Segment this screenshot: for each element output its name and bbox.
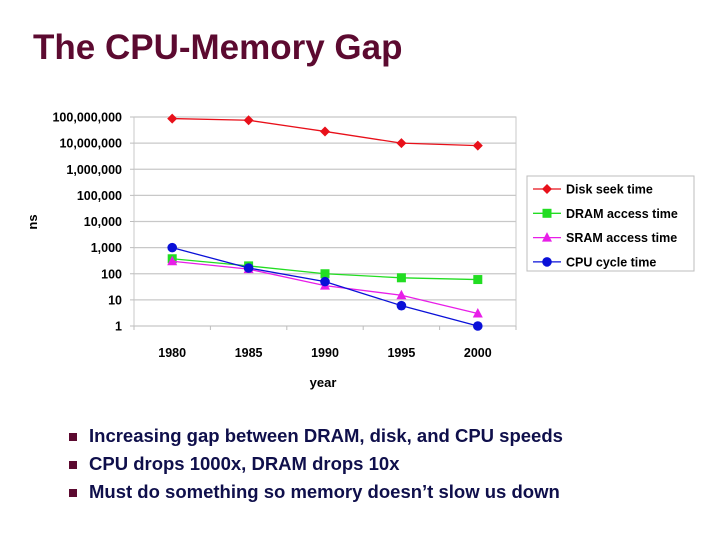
- data-point-circle: [243, 263, 254, 273]
- x-tick-label: 1995: [387, 346, 415, 360]
- x-axis-label: year: [310, 375, 337, 390]
- data-point-square: [396, 273, 406, 283]
- data-point-circle: [473, 321, 483, 331]
- circle-marker-icon: [542, 257, 552, 267]
- bullet-item: Increasing gap between DRAM, disk, and C…: [68, 422, 563, 450]
- bullet-list: Increasing gap between DRAM, disk, and C…: [68, 422, 563, 506]
- data-point-circle: [396, 300, 407, 311]
- x-tick-label: 1990: [311, 346, 339, 360]
- x-tick-label: 1980: [158, 346, 186, 360]
- bullet-item: CPU drops 1000x, DRAM drops 10x: [68, 450, 563, 478]
- y-tick-label: 1: [115, 320, 122, 334]
- data-point-square: [473, 275, 483, 285]
- y-tick-label: 100,000: [77, 189, 122, 203]
- y-axis-ticks: 100,000,000 10,000,000 1,000,000 100,000 10,…: [52, 111, 134, 334]
- bullet-item: Must do something so memory doesn’t slow…: [68, 478, 563, 506]
- legend-label: CPU cycle time: [566, 255, 656, 269]
- legend-label: SRAM access time: [566, 231, 677, 245]
- legend: Disk seek time DRAM access time SRAM acces…: [526, 175, 695, 272]
- legend-label: Disk seek time: [566, 183, 653, 197]
- y-tick-label: 1,000: [91, 241, 122, 255]
- data-point-circle: [167, 242, 177, 253]
- bullet-marker-icon: [69, 433, 77, 441]
- bullet-text: Must do something so memory doesn’t slow…: [89, 481, 560, 502]
- bullet-marker-icon: [69, 461, 77, 469]
- data-point-circle: [320, 276, 330, 287]
- y-tick-label: 1,000,000: [66, 163, 122, 177]
- y-axis-label: ns: [25, 214, 40, 229]
- line-chart: 100,000,000 10,000,000 1,000,000 100,000 10,…: [25, 111, 695, 390]
- y-tick-label: 10: [108, 293, 122, 307]
- y-tick-label: 100: [101, 267, 122, 281]
- bullet-marker-icon: [69, 489, 77, 497]
- bullet-text: Increasing gap between DRAM, disk, and C…: [89, 425, 563, 446]
- y-tick-label: 10,000: [84, 215, 122, 229]
- bullet-text: CPU drops 1000x, DRAM drops 10x: [89, 453, 400, 474]
- y-tick-label: 100,000,000: [52, 111, 122, 125]
- y-tick-label: 10,000,000: [59, 137, 122, 151]
- x-tick-label: 2000: [464, 346, 492, 360]
- square-marker-icon: [542, 208, 552, 218]
- legend-label: DRAM access time: [566, 207, 678, 221]
- x-axis-ticks: 1980 1985 1990 1995 2000: [133, 326, 517, 360]
- x-tick-label: 1985: [235, 346, 263, 360]
